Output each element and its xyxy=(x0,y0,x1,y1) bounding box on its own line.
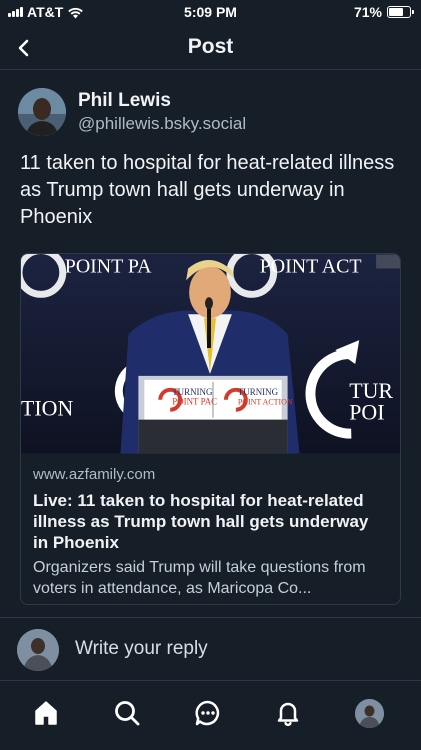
tab-search[interactable] xyxy=(107,693,147,733)
author-names: Phil Lewis @phillewis.bsky.social xyxy=(78,89,246,136)
reply-avatar xyxy=(17,629,59,671)
back-button[interactable] xyxy=(10,34,38,62)
post-screen: AT&T 5:09 PM 71% Post Phil Lewis @phille… xyxy=(0,0,421,750)
podium-left-text-2: POINT PAC xyxy=(172,397,217,407)
reply-bar[interactable]: Write your reply xyxy=(0,618,421,680)
side-right-text-2: POI xyxy=(349,401,384,425)
podium-right-text-1: TURNING xyxy=(238,387,279,397)
link-card-description: Organizers said Trump will take question… xyxy=(33,559,366,597)
search-icon xyxy=(115,701,140,726)
status-bar: AT&T 5:09 PM 71% xyxy=(0,0,421,24)
post-text: 11 taken to hospital for heat-related il… xyxy=(20,152,395,228)
battery-percent: 71% xyxy=(353,4,382,20)
link-card-body: www.azfamily.com Live: 11 taken to hospi… xyxy=(21,454,400,599)
chat-icon xyxy=(195,700,220,726)
author-avatar[interactable] xyxy=(18,88,66,136)
tab-home[interactable] xyxy=(26,693,66,733)
tab-notifications[interactable] xyxy=(268,693,308,733)
side-right-text-1: TUR xyxy=(349,379,393,403)
status-right: 71% xyxy=(353,4,414,20)
podium-left-text-1: TURNING xyxy=(172,387,213,397)
podium-right-text-2: POINT ACTION xyxy=(238,398,293,407)
banner-left-text: POINT PA xyxy=(65,255,152,277)
tab-chat[interactable] xyxy=(188,693,228,733)
header: Post xyxy=(0,24,421,70)
author-handle[interactable]: @phillewis.bsky.social xyxy=(78,113,246,135)
link-card-title: Live: 11 taken to hospital for heat-rela… xyxy=(33,491,369,552)
battery-icon xyxy=(387,6,414,18)
tab-profile[interactable] xyxy=(349,693,389,733)
profile-avatar xyxy=(354,698,384,728)
side-left-text: TION xyxy=(21,397,73,421)
bell-icon xyxy=(277,702,299,727)
author-display-name[interactable]: Phil Lewis xyxy=(78,89,246,112)
post-author[interactable]: Phil Lewis @phillewis.bsky.social xyxy=(18,88,246,136)
battery-fill xyxy=(389,8,404,16)
banner-right-text: POINT ACT xyxy=(260,255,362,277)
tab-bar xyxy=(0,681,421,750)
reply-input[interactable]: Write your reply xyxy=(75,638,208,660)
home-icon xyxy=(35,701,57,725)
link-card-domain: www.azfamily.com xyxy=(33,466,156,483)
link-card[interactable]: POINT PA POINT ACT TION TUR POI TURNING … xyxy=(20,253,401,605)
chevron-left-icon xyxy=(18,39,29,57)
page-title: Post xyxy=(187,35,234,58)
link-card-image: POINT PA POINT ACT TION TUR POI TURNING … xyxy=(21,254,400,454)
